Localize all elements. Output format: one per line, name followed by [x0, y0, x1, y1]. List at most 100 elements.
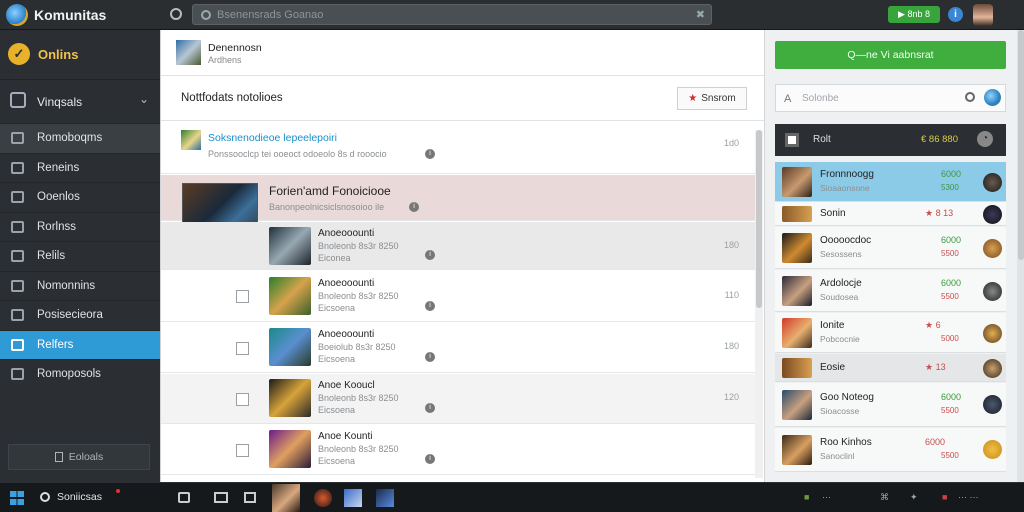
player-sub-value: 5300: [941, 183, 959, 192]
scrollbar-thumb[interactable]: [756, 130, 762, 308]
scrollbar-thumb[interactable]: [1018, 30, 1024, 260]
tray-icon[interactable]: ⌘: [880, 492, 889, 503]
app-thumb-icon[interactable]: [272, 484, 300, 512]
sidebar-item-label: Relils: [37, 250, 66, 262]
info-icon[interactable]: i: [425, 301, 435, 311]
check-icon: ✓: [8, 43, 30, 65]
online-status[interactable]: ✓ Onlins: [0, 30, 160, 80]
friends-search[interactable]: A Solonbe: [775, 84, 1006, 112]
row-checkbox[interactable]: [236, 444, 249, 457]
status-button[interactable]: ▶ 8nb 8: [888, 6, 940, 23]
player-row[interactable]: Roo Kinhos Sanoclinl 6000 5500: [775, 428, 1006, 472]
filter-button[interactable]: ★ Snsrom: [677, 87, 747, 110]
window-icon[interactable]: [214, 492, 228, 503]
player-row[interactable]: Eosie ★ 13: [775, 354, 1006, 382]
primary-action-button[interactable]: Q—ne Vi aabnsrat: [775, 41, 1006, 69]
row-subtitle: Bnoleonb 8s3r 8250: [318, 241, 399, 251]
notification-row[interactable]: Anoeooounti Bnoleonb 8s3r 8250 Eicsoena …: [161, 271, 755, 322]
row-subtitle-2: Eicsoena: [318, 405, 356, 415]
info-icon[interactable]: i: [425, 403, 435, 413]
tray-icon[interactable]: ■: [942, 492, 947, 502]
player-row[interactable]: Goo Noteog Sioacosse 6000 5500: [775, 383, 1006, 427]
start-icon[interactable]: [10, 491, 24, 505]
player-name: Sonin: [820, 208, 846, 219]
player-avatar: [782, 167, 812, 197]
tray-icon[interactable]: ■: [804, 492, 809, 502]
player-sub-value: 5500: [941, 292, 959, 301]
notification-row[interactable]: Soksnenodieoe lepeelepoiri Ponssooclcp t…: [161, 122, 755, 174]
sidebar-item-7[interactable]: Relfers: [0, 329, 160, 359]
player-status: Sioaaonsone: [820, 183, 870, 193]
game-thumbnail[interactable]: [176, 40, 201, 65]
options-icon[interactable]: ◔: [977, 131, 993, 147]
task-view-icon[interactable]: [178, 492, 190, 503]
search-box[interactable]: ✖: [192, 4, 712, 25]
sidebar-item-8[interactable]: Romoposols: [0, 359, 160, 389]
row-subtitle-2: Eiconea: [318, 253, 351, 263]
player-row[interactable]: Ardolocje Soudosea 6000 5500: [775, 270, 1006, 312]
notification-row[interactable]: Anoe Kooucl Bnoleonb 8s3r 8250 Eicsoena …: [161, 374, 755, 424]
row-checkbox[interactable]: [236, 393, 249, 406]
player-row[interactable]: Sonin ★ 8 13: [775, 202, 1006, 226]
tray-icon[interactable]: ✦: [910, 492, 918, 503]
sidebar-item-6[interactable]: Posisecieora: [0, 300, 160, 330]
sidebar-item-4[interactable]: Relils: [0, 241, 160, 271]
search-icon[interactable]: [170, 8, 182, 20]
app-icon[interactable]: [376, 489, 394, 507]
online-label: Onlins: [38, 47, 79, 62]
row-subtitle: Ponssooclcp tei ooeoct odoeolo 8s d rooo…: [208, 149, 387, 159]
info-icon[interactable]: i: [425, 454, 435, 464]
info-icon[interactable]: i: [409, 202, 419, 212]
player-row[interactable]: Ooooocdoc Sesossens 6000 5500: [775, 227, 1006, 269]
player-row[interactable]: Ionite Pobcocnie ★ 6 5000: [775, 313, 1006, 353]
notification-row[interactable]: Anoeooounti Bnoleonb 8s3r 8250 Eiconea i…: [161, 222, 755, 270]
row-subtitle-2: Eicsoena: [318, 354, 356, 364]
sidebar-item-0[interactable]: Romoboqms: [0, 123, 160, 153]
list-icon: [11, 132, 24, 144]
sidebar-bottom-button[interactable]: Eoloals: [8, 444, 150, 470]
sidebar-item-label: Rorlnss: [37, 220, 76, 233]
player-value: 6000: [925, 437, 946, 447]
search-icon[interactable]: [965, 92, 975, 102]
notification-row[interactable]: Anoe Kounti Bnoleonb 8s3r 8250 Eicsoena …: [161, 425, 755, 475]
sidebar-item-1[interactable]: Reneins: [0, 152, 160, 183]
main-header: Denennosn Ardhens: [161, 30, 765, 76]
player-badge-icon: [983, 359, 1002, 378]
row-time: 120: [723, 392, 739, 402]
app-icon[interactable]: [314, 489, 332, 507]
row-time: 1d0: [723, 138, 739, 148]
friends-search-placeholder: Solonbe: [802, 93, 839, 104]
folder-icon[interactable]: [244, 492, 256, 503]
user-avatar[interactable]: [973, 4, 993, 26]
notification-row[interactable]: Anoeooounti Boeiolub 8s3r 8250 Eicsoena …: [161, 323, 755, 373]
info-icon[interactable]: i: [425, 352, 435, 362]
groups-dropdown[interactable]: Vinqsals ⌄: [0, 86, 160, 116]
player-name: Fronnnoogg: [820, 169, 874, 180]
sidebar-item-5[interactable]: Nomonnins: [0, 270, 160, 301]
help-icon[interactable]: i: [948, 7, 963, 22]
row-title: Anoeooounti: [318, 329, 375, 340]
taskbar-search-label[interactable]: Soniicsas: [57, 491, 102, 503]
row-checkbox[interactable]: [236, 290, 249, 303]
player-name: Goo Noteog: [820, 392, 874, 403]
app-icon[interactable]: [344, 489, 362, 507]
player-row[interactable]: Fronnnoogg Sioaaonsone 6000 5300: [775, 162, 1006, 202]
row-time: 180: [723, 341, 739, 351]
player-badge-icon: [983, 440, 1002, 459]
row-checkbox[interactable]: [236, 342, 249, 355]
sidebar-item-label: Romoboqms: [37, 132, 103, 144]
sidebar-nav: Romoboqms Reneins Ooenlos Rorlnss Relils…: [0, 123, 160, 389]
info-icon[interactable]: i: [425, 149, 435, 159]
globe-icon[interactable]: [984, 89, 1001, 106]
player-sub-value: 5500: [941, 249, 959, 258]
clear-search-icon[interactable]: ✖: [696, 8, 705, 21]
main-scrollbar[interactable]: [755, 130, 763, 478]
sidebar-item-2[interactable]: Ooenlos: [0, 182, 160, 212]
info-icon[interactable]: i: [425, 250, 435, 260]
search-input[interactable]: [217, 7, 687, 23]
sidebar-item-3[interactable]: Rorlnss: [0, 211, 160, 242]
row-time: 110: [724, 290, 739, 300]
right-scrollbar[interactable]: [1017, 30, 1024, 482]
search-icon[interactable]: [40, 492, 50, 502]
close-icon[interactable]: [1003, 8, 1015, 20]
